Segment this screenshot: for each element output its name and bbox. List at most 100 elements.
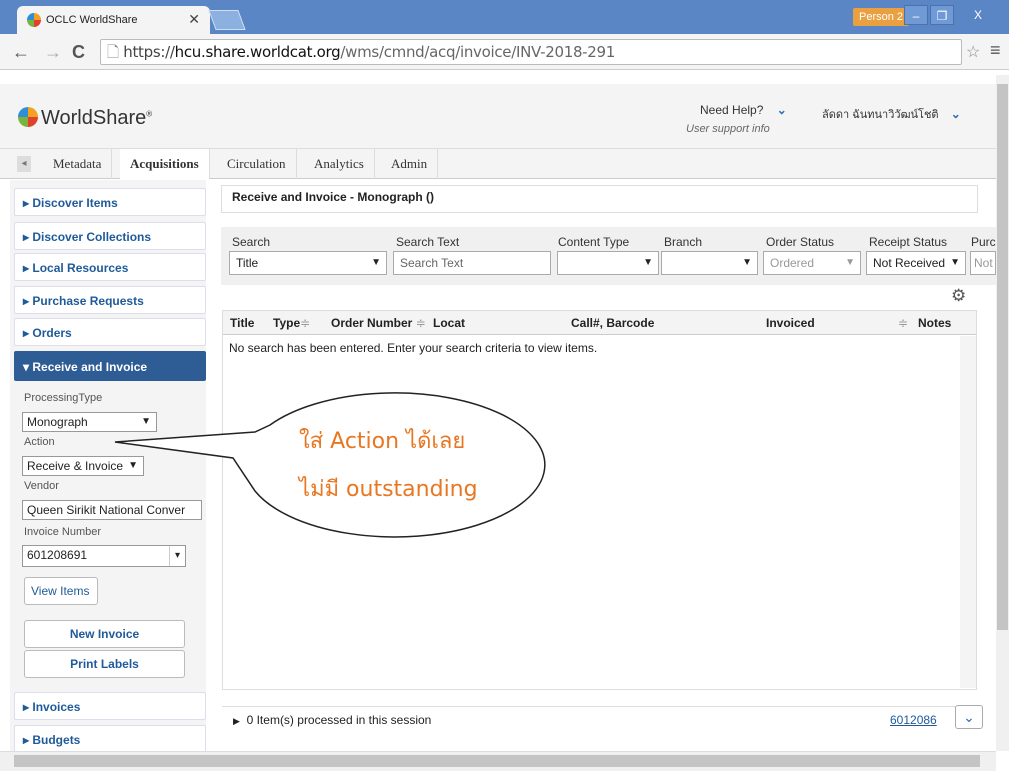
sidebar-item-purchase-requests[interactable]: ▸ Purchase Requests (14, 286, 206, 314)
user-name: ลัดดา ฉันทนาวิวัฒน์โชติ (822, 109, 939, 121)
sort-icon: ≑ (415, 316, 426, 330)
grid-scrollbar[interactable] (960, 336, 976, 688)
collapse-sidebar-icon[interactable]: ◂ (17, 156, 31, 172)
column-call-barcode[interactable]: Call#, Barcode (571, 316, 654, 330)
column-order-number[interactable]: Order Number ≑ (331, 316, 426, 330)
bookmark-star-icon[interactable]: ☆ (966, 42, 980, 62)
column-invoiced[interactable]: Invoiced (766, 316, 815, 330)
dropdown-arrow-icon: ▼ (128, 460, 138, 471)
back-icon[interactable]: ← (12, 42, 30, 63)
purchase-label: Purcl (971, 235, 999, 249)
settings-gear-icon[interactable]: ⚙ (951, 286, 966, 306)
tab-acquisitions[interactable]: Acquisitions (120, 149, 210, 179)
processed-toggle[interactable]: ▶ 0 Item(s) processed in this session (233, 713, 431, 727)
user-chevron-icon[interactable]: ⌄ (951, 107, 961, 121)
oclc-favicon-icon (27, 13, 41, 27)
sidebar-item-label: Orders (32, 326, 72, 340)
horizontal-scroll-thumb[interactable] (14, 755, 980, 767)
forward-icon[interactable]: → (44, 42, 62, 63)
profile-button[interactable]: Person 2 (853, 8, 910, 26)
need-help-label: Need Help? (700, 103, 764, 117)
vendor-label: Vendor (24, 480, 59, 492)
processed-count: 0 Item(s) processed in this session (246, 713, 432, 727)
dropdown-arrow-icon[interactable]: ▾ (168, 546, 180, 566)
tab-title: OCLC WorldShare (46, 14, 138, 26)
order-status-value: Ordered (770, 256, 815, 270)
sidebar-item-label: Invoices (32, 700, 81, 714)
expand-arrow-icon: ▶ (233, 716, 240, 726)
user-menu[interactable]: ลัดดา ฉันทนาวิวัฒน์โชติ ⌄ (822, 105, 961, 123)
url-host: hcu.share.worldcat.org (174, 43, 341, 61)
reload-icon[interactable]: C (72, 42, 85, 63)
sidebar-item-label: Receive and Invoice (32, 360, 148, 374)
content-type-select[interactable]: ▼ (557, 251, 659, 275)
sidebar-item-label: Budgets (32, 733, 81, 747)
need-help-link[interactable]: Need Help? ⌄ (700, 103, 787, 117)
new-invoice-button[interactable]: New Invoice (24, 620, 185, 648)
print-labels-button[interactable]: Print Labels (24, 650, 185, 678)
sidebar-item-orders[interactable]: ▸ Orders (14, 318, 206, 346)
page-title: Receive and Invoice - Monograph () (221, 185, 978, 213)
sidebar-item-discover-collections[interactable]: ▸ Discover Collections (14, 222, 206, 250)
close-window-icon[interactable]: X (956, 5, 1000, 25)
column-title[interactable]: Title (230, 316, 254, 330)
worldshare-logo[interactable]: WorldShare® (18, 107, 152, 130)
callout-line-2: ไม่มี outstanding (299, 477, 478, 502)
action-value: Receive & Invoice (27, 459, 124, 473)
view-items-button[interactable]: View Items (24, 577, 98, 605)
sidebar-item-discover-items[interactable]: ▸ Discover Items (14, 188, 206, 216)
brand-name: WorldShare (41, 107, 147, 129)
order-status-select[interactable]: Ordered ▼ (763, 251, 861, 275)
sidebar-item-budgets[interactable]: ▸ Budgets (14, 725, 206, 753)
purchase-select[interactable]: Not (970, 251, 996, 275)
minimize-icon[interactable]: – (904, 5, 928, 25)
invoice-number-value: 601208691 (27, 548, 88, 562)
sort-icon[interactable]: ≑ (898, 316, 908, 330)
tab-admin[interactable]: Admin (381, 149, 439, 179)
tab-circulation[interactable]: Circulation (217, 149, 297, 179)
tab-analytics[interactable]: Analytics (304, 149, 375, 179)
processing-type-value: Monograph (27, 415, 88, 429)
tab-metadata[interactable]: Metadata (43, 149, 113, 179)
column-type-label: Type (273, 316, 301, 330)
branch-label: Branch (664, 235, 703, 249)
column-notes[interactable]: Notes (918, 316, 951, 330)
column-location[interactable]: Locat (433, 316, 465, 330)
url-bar[interactable]: 🗋 https://hcu.share.worldcat.org/wms/cmn… (100, 39, 962, 65)
restore-icon[interactable]: ❐ (930, 5, 954, 25)
column-order-number-label: Order Number (331, 316, 413, 330)
invoice-number-combo[interactable]: 601208691 ▾ (22, 545, 186, 567)
search-type-select[interactable]: Title ▼ (229, 251, 387, 275)
chevron-down-icon[interactable]: ⌄ (955, 705, 983, 729)
content-type-label: Content Type (558, 235, 630, 249)
sidebar-item-label: Purchase Requests (32, 294, 144, 308)
close-tab-icon[interactable]: ✕ (188, 11, 200, 28)
user-support-link[interactable]: User support info (686, 123, 770, 135)
vendor-field[interactable]: Queen Sirikit National Conver (22, 500, 202, 520)
page-scroll-thumb[interactable] (997, 84, 1008, 630)
search-text-input[interactable]: Search Text (393, 251, 551, 275)
browser-tab[interactable]: OCLC WorldShare ✕ (17, 6, 210, 34)
dropdown-arrow-icon: ▼ (845, 257, 855, 268)
page-icon: 🗋 (107, 43, 124, 61)
sidebar-item-receive-and-invoice[interactable]: ▾ Receive and Invoice (14, 351, 206, 381)
menu-icon[interactable]: ≡ (990, 40, 1001, 61)
processing-type-select[interactable]: Monograph ▼ (22, 412, 157, 432)
sidebar-item-label: Discover Items (32, 196, 118, 210)
sidebar-item-local-resources[interactable]: ▸ Local Resources (14, 253, 206, 281)
dropdown-arrow-icon: ▼ (742, 257, 752, 268)
branch-select[interactable]: ▼ (661, 251, 758, 275)
column-type[interactable]: Type≑ (273, 316, 310, 330)
invoice-link[interactable]: 6012086 (890, 713, 937, 727)
receipt-status-label: Receipt Status (869, 235, 948, 249)
callout-line-1: ใส่ Action ได้เลย (299, 429, 466, 454)
dropdown-arrow-icon: ▼ (643, 257, 653, 268)
sort-icon: ≑ (300, 316, 311, 330)
action-select[interactable]: Receive & Invoice ▼ (22, 456, 144, 476)
help-chevron-icon[interactable]: ⌄ (777, 103, 787, 117)
sidebar-item-invoices[interactable]: ▸ Invoices (14, 692, 206, 720)
search-type-value: Title (236, 256, 259, 270)
sidebar-item-label: Local Resources (32, 261, 129, 275)
receipt-status-select[interactable]: Not Received ▼ (866, 251, 966, 275)
search-label: Search (232, 235, 271, 249)
